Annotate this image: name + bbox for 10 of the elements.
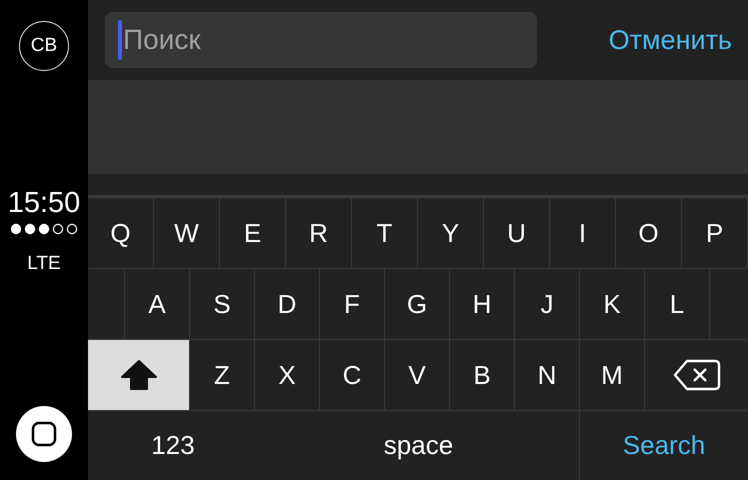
clock-time: 15:50 (8, 186, 80, 220)
shift-key[interactable] (88, 340, 190, 410)
signal-icon (10, 223, 78, 235)
cancel-button[interactable]: Отменить (608, 24, 732, 56)
search-field[interactable]: Поиск (105, 12, 537, 68)
network-label: LTE (27, 253, 61, 275)
square-icon (31, 421, 57, 447)
backspace-icon (672, 358, 720, 392)
shift-arrow-icon (118, 358, 158, 392)
avatar[interactable]: CB (19, 21, 69, 71)
